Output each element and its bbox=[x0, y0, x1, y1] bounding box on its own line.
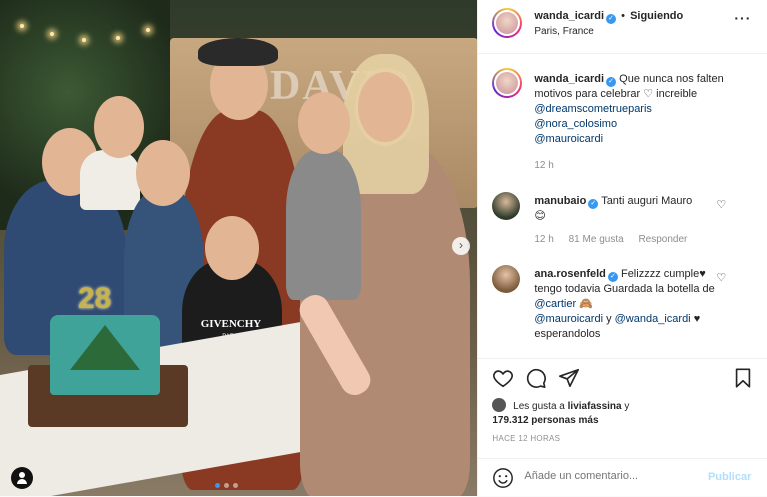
header-separator: • bbox=[621, 10, 625, 22]
caption-mention[interactable]: @dreamscometrueparis bbox=[534, 103, 652, 115]
comment-like-icon[interactable]: ♡ bbox=[716, 200, 726, 211]
woman-face bbox=[358, 72, 412, 142]
post-header: wanda_icardi ✓ • Siguiendo Paris, France … bbox=[478, 0, 767, 54]
caption-username[interactable]: wanda_icardi bbox=[534, 73, 604, 85]
caption-text-end: increible bbox=[656, 88, 698, 100]
likes-summary: Les gusta a liviafassina y 179.312 perso… bbox=[492, 398, 629, 428]
carousel-dot bbox=[233, 483, 238, 488]
reply-button[interactable]: Responder bbox=[638, 234, 687, 245]
post-photo[interactable]: DAVID GIVENCHY PARIS 28 › bbox=[0, 0, 478, 496]
carousel-dots bbox=[215, 483, 238, 488]
divider bbox=[478, 358, 767, 359]
save-bookmark-icon[interactable] bbox=[732, 367, 754, 389]
liker-username[interactable]: liviafassina bbox=[568, 401, 622, 412]
verified-icon: ✓ bbox=[606, 77, 617, 87]
more-horizontal-icon[interactable]: ··· bbox=[734, 10, 751, 26]
post-actions bbox=[492, 367, 754, 393]
post-location[interactable]: Paris, France bbox=[534, 26, 593, 37]
post-timestamp[interactable]: HACE 12 HORAS bbox=[492, 434, 560, 443]
string-lights bbox=[20, 18, 160, 58]
comment-likes[interactable]: 81 Me gusta bbox=[569, 234, 624, 245]
comment-bubble-icon[interactable] bbox=[525, 367, 547, 389]
user-tag-icon[interactable] bbox=[11, 467, 33, 489]
verified-icon: ✓ bbox=[588, 199, 599, 209]
author-avatar[interactable] bbox=[492, 8, 523, 38]
comment-text: esperandolos bbox=[534, 328, 601, 340]
commenter-username[interactable]: manubaio bbox=[534, 195, 586, 207]
following-button[interactable]: Siguiendo bbox=[630, 10, 683, 22]
likes-count[interactable]: 179.312 personas más bbox=[492, 415, 598, 426]
comment-mention[interactable]: @wanda_icardi bbox=[615, 313, 691, 325]
comment-item: ana.rosenfeld ✓ Felizzzz cumple♥ tengo to… bbox=[492, 265, 754, 355]
comment-text: y bbox=[606, 313, 612, 325]
heart-icon: ♥ bbox=[699, 268, 706, 280]
heart-icon: ♥ bbox=[693, 313, 701, 325]
comment-time: 12 h bbox=[534, 234, 554, 245]
next-image-button[interactable]: › bbox=[452, 237, 470, 255]
comment-text: tengo todavia Guardada la botella de bbox=[534, 283, 715, 295]
birthday-cake bbox=[50, 315, 160, 395]
commenter-avatar[interactable] bbox=[492, 192, 521, 220]
likes-prefix: Les gusta a bbox=[513, 401, 565, 412]
carousel-dot-active bbox=[215, 483, 220, 488]
person-boy-back-head bbox=[94, 96, 144, 158]
emoji-smiley-icon[interactable] bbox=[492, 467, 514, 489]
like-heart-icon[interactable] bbox=[492, 367, 514, 389]
comment-like-icon[interactable]: ♡ bbox=[716, 273, 726, 284]
heart-outline-icon: ♡ bbox=[643, 88, 654, 100]
shirt-text: GIVENCHY bbox=[200, 318, 262, 330]
share-paper-plane-icon[interactable] bbox=[558, 367, 580, 389]
comment-mention[interactable]: @cartier bbox=[534, 298, 576, 310]
person-boy-middle-head bbox=[136, 140, 190, 206]
commenter-username[interactable]: ana.rosenfeld bbox=[534, 268, 606, 280]
cap bbox=[198, 38, 278, 66]
commenter-avatar[interactable] bbox=[492, 265, 521, 293]
add-comment-bar: Publicar bbox=[478, 458, 767, 497]
emoji-icon: 🙈 bbox=[579, 298, 593, 310]
carousel-dot bbox=[224, 483, 229, 488]
person-boy-front-head bbox=[205, 216, 259, 280]
author-username[interactable]: wanda_icardi bbox=[534, 10, 604, 22]
comment-mention[interactable]: @mauroicardi bbox=[534, 313, 603, 325]
person-boy-back bbox=[80, 150, 140, 210]
comment-emoji: 😊 bbox=[534, 210, 546, 222]
likes-connector: y bbox=[624, 401, 630, 412]
comment-item: manubaio ✓ Tanti auguri Mauro 😊 ♡ 12 h 81… bbox=[492, 192, 754, 252]
cake-candles: 28 bbox=[78, 282, 112, 315]
comment-text: Felizzzz cumple bbox=[620, 268, 700, 280]
post-sidebar: wanda_icardi ✓ • Siguiendo Paris, France … bbox=[477, 0, 767, 496]
verified-icon: ✓ bbox=[606, 14, 617, 24]
comment-input[interactable] bbox=[522, 469, 697, 483]
caption-mention[interactable]: @mauroicardi bbox=[534, 133, 603, 145]
person-toddler-head bbox=[298, 92, 350, 154]
caption-time: 12 h bbox=[534, 160, 554, 171]
caption-avatar[interactable] bbox=[492, 68, 523, 98]
verified-icon: ✓ bbox=[607, 272, 618, 282]
publish-button[interactable]: Publicar bbox=[708, 471, 751, 483]
person-toddler bbox=[286, 150, 361, 300]
post-caption: wanda_icardi ✓ Que nunca nos falten motiv… bbox=[492, 68, 754, 178]
caption-mention[interactable]: @nora_colosimo bbox=[534, 118, 617, 130]
instagram-post: DAVID GIVENCHY PARIS 28 › bbox=[0, 0, 767, 496]
liker-avatar[interactable] bbox=[492, 398, 507, 412]
comment-text: Tanti auguri Mauro bbox=[601, 195, 693, 207]
